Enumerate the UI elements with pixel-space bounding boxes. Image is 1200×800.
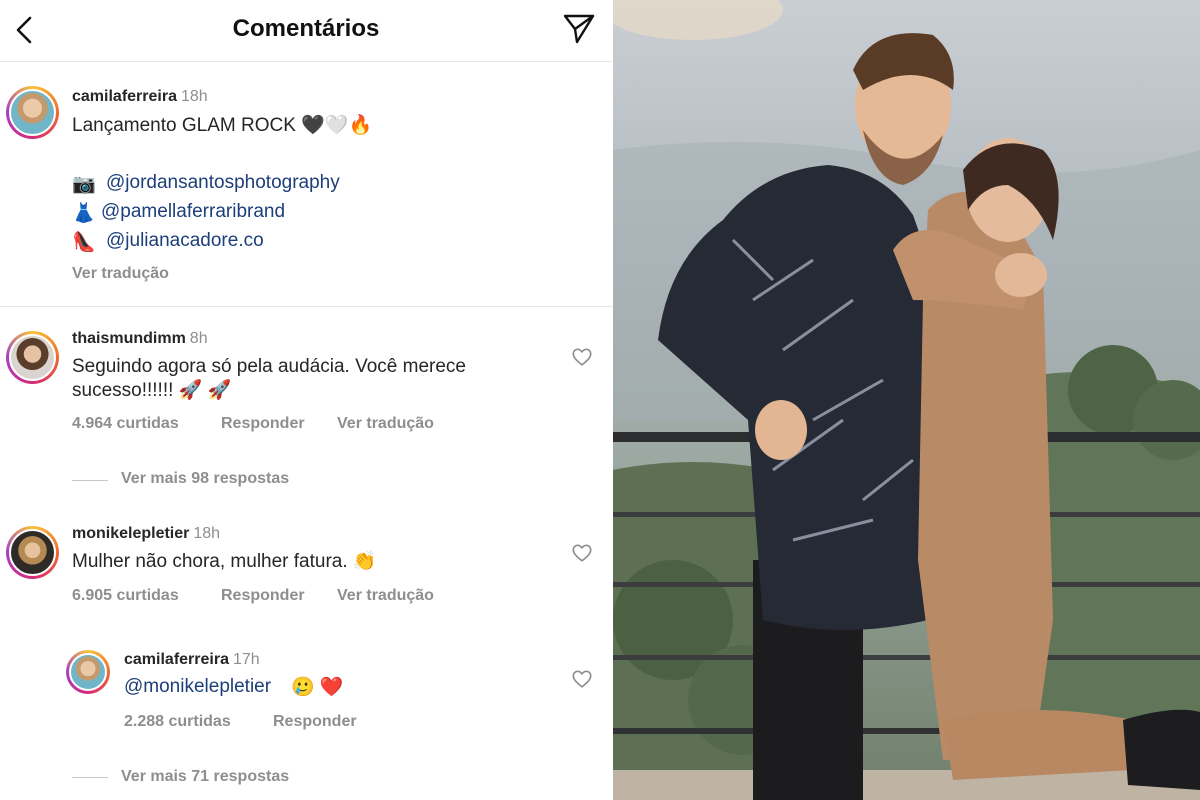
divider xyxy=(0,306,612,307)
reply-time: 17h xyxy=(232,651,260,668)
heart-icon[interactable] xyxy=(571,668,593,690)
reply-button[interactable]: Responder xyxy=(221,415,305,433)
heart-icon[interactable] xyxy=(571,346,593,368)
avatar[interactable] xyxy=(6,526,59,579)
camera-icon: 📷 xyxy=(72,174,96,195)
reply-text: 🥲 ❤️ xyxy=(291,677,344,698)
comment-time: 8h xyxy=(189,330,208,347)
username-text: camilaferreira xyxy=(72,88,177,105)
credit-item: 📷 xyxy=(72,172,96,196)
heart-icon[interactable] xyxy=(571,542,593,564)
likes-count[interactable]: 2.288 curtidas xyxy=(124,713,231,731)
avatar[interactable] xyxy=(6,331,59,384)
username-text: monikelepletier xyxy=(72,525,190,542)
username-text: thaismundimm xyxy=(72,330,186,347)
reply-button[interactable]: Responder xyxy=(221,587,305,605)
credit-mention[interactable]: @pamellaferraribrand xyxy=(101,201,285,223)
likes-count[interactable]: 6.905 curtidas xyxy=(72,587,179,605)
reply-button[interactable]: Responder xyxy=(273,713,357,731)
translate-link[interactable]: Ver tradução xyxy=(337,415,434,433)
credit-item: 👗 xyxy=(72,201,96,225)
likes-count[interactable]: 4.964 curtidas xyxy=(72,415,179,433)
header: Comentários xyxy=(0,0,612,62)
view-more-replies[interactable]: Ver mais 98 respostas xyxy=(121,470,289,488)
post-caption: Lançamento GLAM ROCK 🖤🤍🔥 xyxy=(72,115,373,136)
post-photo xyxy=(613,0,1200,800)
replies-divider xyxy=(72,480,108,481)
comment-text: Mulher não chora, mulher fatura. 👏 xyxy=(72,551,377,572)
send-icon xyxy=(563,14,595,44)
credit-mention[interactable]: @julianacadore.co xyxy=(106,230,264,252)
avatar[interactable] xyxy=(6,86,59,139)
page-title: Comentários xyxy=(232,15,380,42)
translate-link[interactable]: Ver tradução xyxy=(72,265,169,283)
reply-username[interactable]: camilaferreira 17h xyxy=(124,651,260,669)
comment-username[interactable]: monikelepletier 18h xyxy=(72,525,220,543)
view-more-replies[interactable]: Ver mais 71 respostas xyxy=(121,768,289,786)
dress-icon: 👗 xyxy=(72,203,96,224)
send-button[interactable] xyxy=(558,8,600,50)
photo-illustration xyxy=(613,0,1200,800)
post-username[interactable]: camilaferreira 18h xyxy=(72,88,208,106)
username-text: camilaferreira xyxy=(124,651,229,668)
credit-mention[interactable]: @jordansantosphotography xyxy=(106,172,340,194)
avatar[interactable] xyxy=(66,650,110,694)
translate-link[interactable]: Ver tradução xyxy=(337,587,434,605)
post-time: 18h xyxy=(180,88,208,105)
comment-time: 18h xyxy=(193,525,221,542)
credit-item: 👠 xyxy=(72,230,96,254)
reply-mention[interactable]: @monikelepletier xyxy=(124,676,271,698)
comment-username[interactable]: thaismundimm 8h xyxy=(72,330,208,348)
heel-icon: 👠 xyxy=(72,232,96,253)
replies-divider xyxy=(72,777,108,778)
comments-panel: Comentários camilaferreira 18h Lançamento… xyxy=(0,0,612,800)
comment-text: Seguindo agora só pela audácia. Você mer… xyxy=(72,356,466,377)
comment-text: sucesso!!!!!! 🚀 🚀 xyxy=(72,380,232,401)
